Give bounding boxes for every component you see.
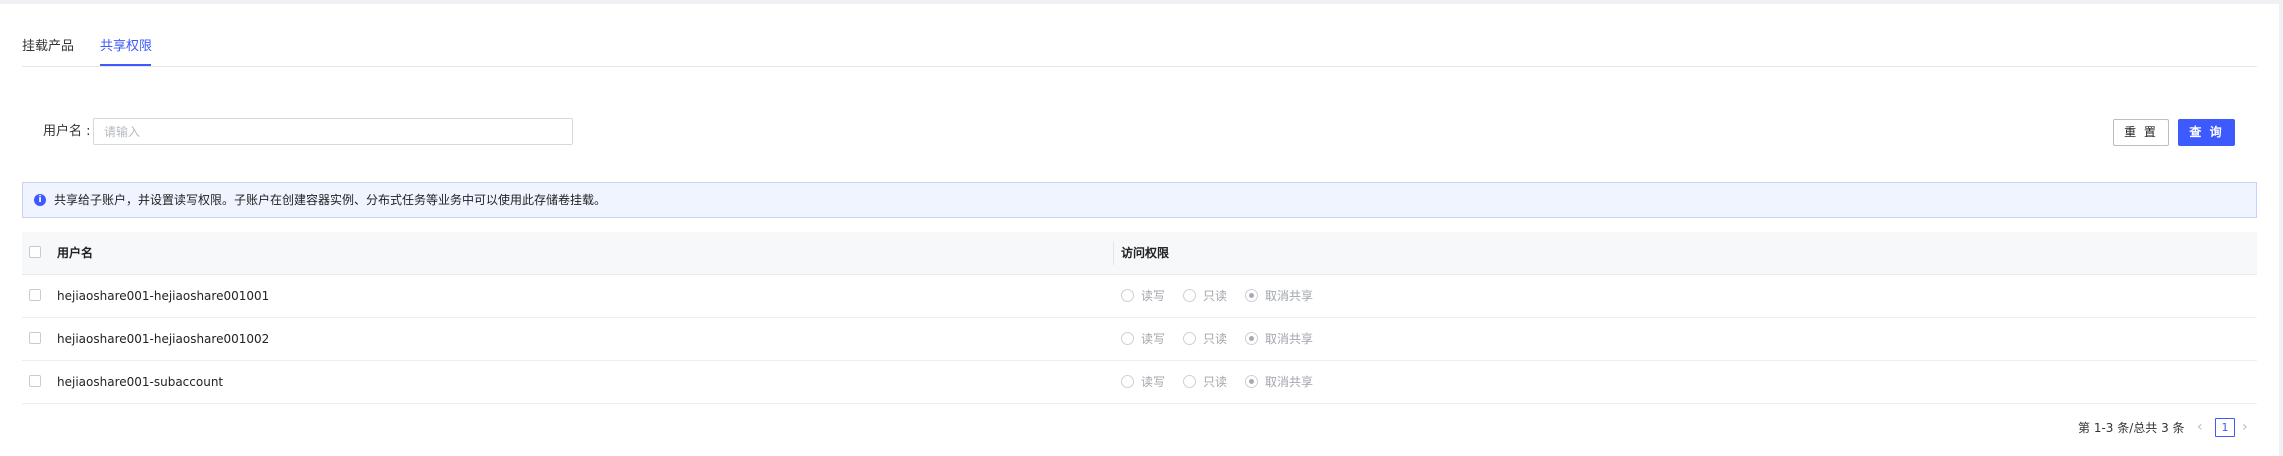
radio-circle-icon [1183,332,1196,345]
table-row: hejiaoshare001-hejiaoshare001001 读写 只读 取… [22,275,2257,318]
column-header-access-permission: 访问权限 [1121,246,1170,260]
share-permission-table: 用户名 访问权限 hejiaoshare001-hejiaoshare00100… [22,232,2257,404]
radio-selected-icon [1245,332,1258,345]
info-icon: i [34,194,46,206]
active-tab-indicator [100,64,151,66]
username-filter-label: 用户名 : [43,124,91,139]
page-number-button[interactable]: 1 [2215,418,2235,437]
row-checkbox[interactable] [29,375,41,387]
chevron-left-icon[interactable]: ‹ [2197,419,2203,435]
row-checkbox[interactable] [29,332,41,344]
row-checkbox[interactable] [29,289,41,301]
radio-circle-icon [1183,289,1196,302]
radio-circle-icon [1183,375,1196,388]
tab-share-permissions[interactable]: 共享权限 [100,38,152,56]
info-notice-text: 共享给子账户，并设置读写权限。子账户在创建容器实例、分布式任务等业务中可以使用此… [54,193,607,207]
column-divider [1113,241,1114,265]
pagination-summary: 第 1-3 条/总共 3 条 [2078,421,2185,435]
right-scroll-gutter [2279,0,2283,456]
tab-mounted-products[interactable]: 挂载产品 [22,38,74,56]
chevron-right-icon[interactable]: › [2242,419,2248,435]
table-row: hejiaoshare001-hejiaoshare001002 读写 只读 取… [22,318,2257,361]
radio-circle-icon [1121,332,1134,345]
reset-button[interactable]: 重 置 [2113,119,2169,146]
table-row: hejiaoshare001-subaccount 读写 只读 取消共享 [22,361,2257,404]
query-button[interactable]: 查 询 [2178,119,2235,146]
radio-circle-icon [1121,375,1134,388]
tab-bar: 挂载产品 共享权限 [22,0,2257,67]
radio-selected-icon [1245,289,1258,302]
table-header: 用户名 访问权限 [22,232,2257,275]
row-username: hejiaoshare001-hejiaoshare001001 [57,289,270,303]
select-all-checkbox[interactable] [29,246,41,258]
radio-circle-icon [1121,289,1134,302]
info-notice: i 共享给子账户，并设置读写权限。子账户在创建容器实例、分布式任务等业务中可以使… [22,182,2257,218]
username-search-input[interactable] [93,118,573,145]
column-header-username: 用户名 [57,246,94,260]
radio-selected-icon [1245,375,1258,388]
row-username: hejiaoshare001-subaccount [57,375,224,389]
row-username: hejiaoshare001-hejiaoshare001002 [57,332,270,346]
